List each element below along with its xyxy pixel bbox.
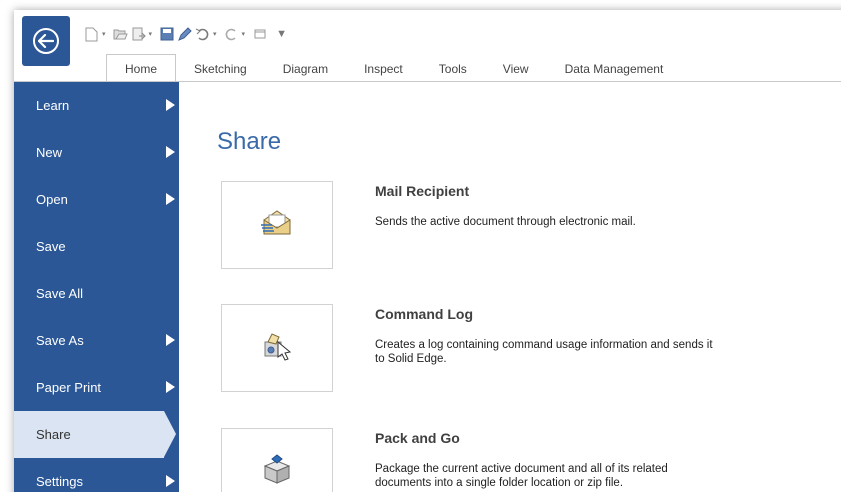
undo-dropdown-icon[interactable]: ▾ — [213, 30, 217, 38]
nav-item-label: Paper Print — [36, 380, 102, 395]
nav-item-save-as[interactable]: Save As — [14, 317, 179, 364]
share-option-mail-recipient: Mail Recipient Sends the active document… — [221, 181, 781, 269]
open-icon[interactable] — [113, 27, 128, 42]
ribbon-tabs: Home Sketching Diagram Inspect Tools Vie… — [106, 54, 681, 82]
nav-item-open[interactable]: Open — [14, 176, 179, 223]
pack-and-go-button[interactable] — [221, 428, 333, 492]
command-log-button[interactable] — [221, 304, 333, 392]
nav-item-label: Share — [36, 427, 71, 442]
back-button[interactable] — [22, 16, 70, 66]
nav-item-settings[interactable]: Settings — [14, 458, 179, 492]
nav-item-label: Save All — [36, 286, 83, 301]
nav-item-label: Save As — [36, 333, 84, 348]
backstage-nav: Learn New Open Save Save All Save As Pap… — [14, 82, 179, 492]
window-icon[interactable] — [252, 27, 267, 42]
option-description: Creates a log containing command usage i… — [375, 339, 713, 365]
tab-diagram[interactable]: Diagram — [265, 56, 346, 82]
application-window: ▾ ▾ ▾ ▾ ▼ Home Sketching Diagram Inspect… — [14, 10, 841, 492]
submenu-arrow-icon — [166, 381, 175, 393]
nav-item-save-all[interactable]: Save All — [14, 270, 179, 317]
nav-item-paper-print[interactable]: Paper Print — [14, 364, 179, 411]
option-description: Package the current active document and … — [375, 463, 668, 489]
undo-icon[interactable] — [195, 27, 210, 42]
redo-icon[interactable] — [224, 27, 239, 42]
back-arrow-icon — [33, 28, 59, 54]
option-title: Command Log — [375, 306, 473, 322]
nav-item-label: New — [36, 145, 63, 160]
tab-tools[interactable]: Tools — [421, 56, 485, 82]
nav-item-learn[interactable]: Learn — [14, 82, 179, 129]
nav-item-label: Settings — [36, 474, 83, 489]
customize-icon[interactable]: ▼ — [276, 28, 287, 40]
submenu-arrow-icon — [166, 475, 175, 487]
submenu-arrow-icon — [166, 146, 175, 158]
submenu-arrow-icon — [166, 99, 175, 111]
save-icon[interactable] — [159, 27, 174, 42]
option-title: Pack and Go — [375, 430, 460, 446]
quick-access-toolbar: ▾ ▾ ▾ ▾ ▼ — [84, 24, 287, 44]
tab-view[interactable]: View — [485, 56, 547, 82]
nav-item-label: Learn — [36, 98, 70, 113]
new-dropdown-icon[interactable]: ▾ — [102, 30, 106, 38]
nav-item-save[interactable]: Save — [14, 223, 179, 270]
tab-sketching[interactable]: Sketching — [176, 56, 265, 82]
nav-item-label: Open — [36, 192, 68, 207]
pack-and-go-icon — [260, 453, 294, 491]
share-option-command-log: Command Log Creates a log containing com… — [221, 304, 781, 392]
title-bar: ▾ ▾ ▾ ▾ ▼ Home Sketching Diagram Inspect… — [14, 10, 841, 82]
mail-recipient-button[interactable] — [221, 181, 333, 269]
share-panel: Share Mail Recipient Sends the active do… — [179, 82, 841, 492]
option-description: Sends the active document through electr… — [375, 216, 636, 228]
new-icon[interactable] — [84, 27, 99, 42]
tab-home[interactable]: Home — [106, 54, 177, 82]
option-title: Mail Recipient — [375, 183, 470, 199]
send-dropdown-icon[interactable]: ▾ — [149, 30, 153, 38]
edit-icon[interactable] — [177, 26, 192, 42]
nav-item-label: Save — [36, 239, 66, 254]
redo-dropdown-icon[interactable]: ▾ — [242, 30, 246, 38]
page-title: Share — [217, 128, 282, 155]
submenu-arrow-icon — [166, 334, 175, 346]
mail-icon — [260, 208, 294, 243]
nav-item-share[interactable]: Share — [14, 411, 176, 458]
command-log-icon — [260, 330, 294, 367]
tab-data-management[interactable]: Data Management — [547, 56, 682, 82]
tab-inspect[interactable]: Inspect — [346, 56, 421, 82]
send-icon[interactable] — [131, 27, 146, 42]
share-option-pack-and-go: Pack and Go Package the current active d… — [221, 428, 781, 492]
submenu-arrow-icon — [166, 193, 175, 205]
nav-item-new[interactable]: New — [14, 129, 179, 176]
